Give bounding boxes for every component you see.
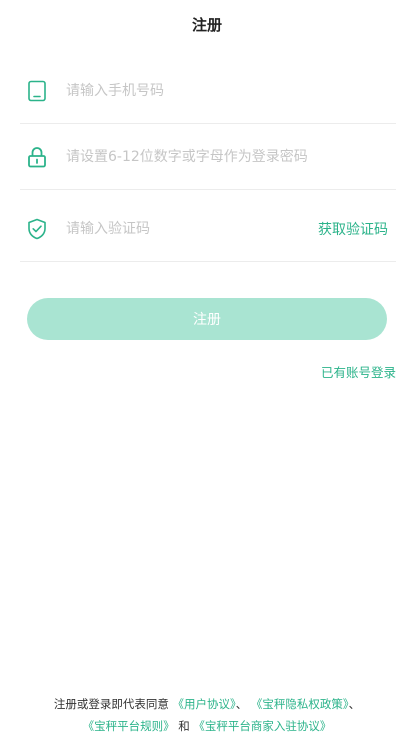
user-agreement-link[interactable]: 《用户协议》 [173,697,236,711]
verification-code-input[interactable] [66,213,318,244]
verification-code-field: 获取验证码 [20,196,396,262]
platform-rules-link[interactable]: 《宝秤平台规则》 [83,719,175,733]
agreement-separator: 、 [235,697,248,711]
phone-input[interactable] [66,75,396,106]
page-title: 注册 [191,16,222,34]
agreement-prefix: 注册或登录即代表同意 [53,697,169,711]
get-code-button[interactable]: 获取验证码 [318,219,388,239]
phone-field [20,58,396,124]
shield-check-icon [26,218,48,240]
agreement-separator: 、 [348,697,361,711]
password-field [20,124,396,190]
agreement-text: 注册或登录即代表同意 《用户协议》、 《宝秤隐私权政策》、 《宝秤平台规则》 和… [14,693,400,737]
merchant-agreement-link[interactable]: 《宝秤平台商家入驻协议》 [193,719,331,733]
agreement-and: 和 [178,719,190,733]
register-button[interactable]: 注册 [27,298,387,340]
privacy-policy-link[interactable]: 《宝秤隐私权政策》 [251,697,349,711]
phone-icon [26,80,48,102]
lock-icon [26,146,48,168]
register-page: 注册 获取验证码 注册 已有账号登录 [0,0,414,749]
login-link[interactable]: 已有账号登录 [321,362,396,381]
password-input[interactable] [66,141,396,172]
